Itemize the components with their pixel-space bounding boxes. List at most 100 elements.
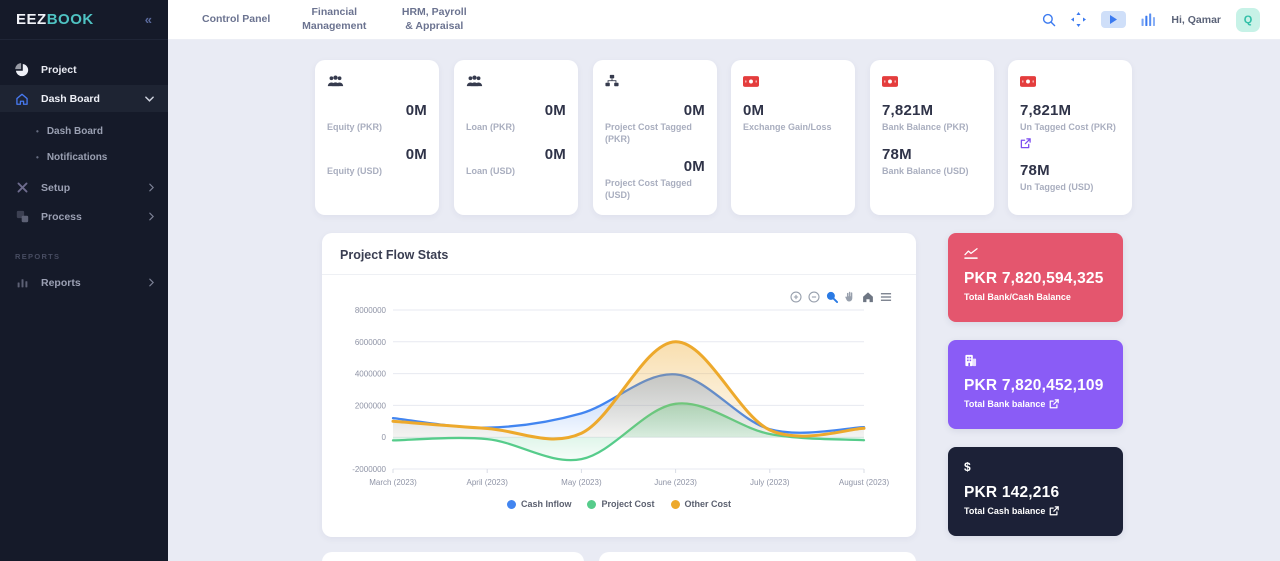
legend-label: Project Cost <box>601 499 654 509</box>
metric-label: Bank Balance (PKR) <box>882 121 982 133</box>
legend-dot-icon <box>587 500 596 509</box>
chevron-right-icon <box>149 212 154 221</box>
sidebar-item-process[interactable]: Process <box>0 203 168 230</box>
user-greeting: Hi, Qamar <box>1171 14 1221 26</box>
external-link-icon[interactable] <box>1049 506 1059 516</box>
bar-chart-icon <box>14 276 30 289</box>
legend-item[interactable]: Project Cost <box>587 499 654 509</box>
metric: 0M Equity (USD) <box>327 146 427 177</box>
sidebar-item-label: Process <box>41 211 82 223</box>
svg-text:6000000: 6000000 <box>355 338 387 347</box>
external-link-icon[interactable] <box>1049 399 1059 409</box>
svg-text:May (2023): May (2023) <box>561 478 602 487</box>
svg-text:July (2023): July (2023) <box>750 478 790 487</box>
metric-label: Equity (PKR) <box>327 121 427 133</box>
stat-card-project-cost-tagged: 0M Project Cost Tagged (PKR) 0M Project … <box>593 60 717 215</box>
sidebar-item-setup[interactable]: Setup <box>0 174 168 201</box>
sidebar-item-label: Reports <box>41 277 81 289</box>
legend-dot-icon <box>507 500 516 509</box>
svg-text:2000000: 2000000 <box>355 401 387 410</box>
legend-item[interactable]: Cash Inflow <box>507 499 572 509</box>
play-button[interactable] <box>1101 11 1126 28</box>
stat-card-bank-balance: 7,821M Bank Balance (PKR) 78M Bank Balan… <box>870 60 994 215</box>
metric-label: Project Cost Tagged (USD) <box>605 177 705 201</box>
bars-stats-icon[interactable] <box>1141 13 1156 26</box>
legend-dot-icon <box>671 500 680 509</box>
zoom-in-icon[interactable] <box>790 291 802 303</box>
home-reset-icon[interactable] <box>862 291 874 303</box>
svg-text:June (2023): June (2023) <box>654 478 697 487</box>
zoom-out-icon[interactable] <box>808 291 820 303</box>
metric-label: Loan (USD) <box>466 165 566 177</box>
app-logo: EEZBOOK <box>16 11 94 28</box>
sidebar-collapse-icon[interactable]: « <box>145 12 152 27</box>
summary-label: Total Bank/Cash Balance <box>964 292 1107 302</box>
menu-icon[interactable] <box>880 291 892 303</box>
metric-label: Exchange Gain/Loss <box>743 121 843 133</box>
dashboard-submenu: Dash Board Notifications <box>0 114 168 174</box>
sidebar-item-dashboard[interactable]: Dash Board <box>0 85 168 112</box>
metric-value: 0M <box>466 146 566 163</box>
process-grid-icon <box>14 210 30 223</box>
pan-icon[interactable] <box>844 291 856 303</box>
logo-text-primary: EEZ <box>16 11 47 28</box>
summary-card-total-cash: $ PKR 142,216 Total Cash balance <box>948 447 1123 536</box>
metric: 0M Loan (USD) <box>466 146 566 177</box>
users-icon <box>327 73 427 89</box>
metric: 78M Un Tagged (USD) <box>1020 162 1120 193</box>
nav-control-panel[interactable]: Control Panel <box>202 13 270 26</box>
tools-icon <box>14 181 30 194</box>
banknote-icon <box>1020 73 1120 89</box>
home-icon <box>14 92 30 106</box>
chart-toolbar <box>790 291 892 303</box>
banknote-icon <box>743 73 843 89</box>
summary-card-total-bank: PKR 7,820,452,109 Total Bank balance <box>948 340 1123 429</box>
avatar[interactable]: Q <box>1236 8 1260 32</box>
sidebar-item-project[interactable]: Project <box>0 56 168 83</box>
metric-value: 7,821M <box>1020 102 1120 119</box>
chevron-down-icon <box>145 96 154 102</box>
sidebar-item-reports[interactable]: Reports <box>0 269 168 296</box>
sitemap-icon <box>605 73 705 89</box>
chart-legend: Cash Inflow Project Cost Other Cost <box>322 499 916 509</box>
legend-label: Other Cost <box>685 499 732 509</box>
line-chart-icon <box>964 246 1107 260</box>
nav-financial-management[interactable]: Financial Management <box>298 6 370 32</box>
expand-arrows-icon[interactable] <box>1071 12 1086 27</box>
summary-card-total-bank-cash: PKR 7,820,594,325 Total Bank/Cash Balanc… <box>948 233 1123 322</box>
chevron-right-icon <box>149 278 154 287</box>
svg-text:4000000: 4000000 <box>355 370 387 379</box>
play-icon <box>1110 15 1117 24</box>
metric-label: Equity (USD) <box>327 165 427 177</box>
sidebar-item-label: Project <box>41 64 77 76</box>
metric-label: Bank Balance (USD) <box>882 165 982 177</box>
external-link-icon[interactable] <box>1020 136 1032 154</box>
subitem-label: Dash Board <box>47 126 103 137</box>
logo-text-accent: BOOK <box>47 11 94 28</box>
metric-value: 0M <box>466 102 566 119</box>
legend-item[interactable]: Other Cost <box>671 499 732 509</box>
sidebar-subitem-notifications[interactable]: Notifications <box>0 144 168 170</box>
metric-value: 0M <box>605 158 705 175</box>
svg-text:-2000000: -2000000 <box>352 465 386 474</box>
search-icon[interactable] <box>1042 13 1056 27</box>
sidebar-section-reports: REPORTS <box>15 252 168 261</box>
metric-value: 0M <box>605 102 705 119</box>
nav-hrm-payroll[interactable]: HRM, Payroll & Appraisal <box>398 6 470 32</box>
summary-label: Total Bank balance <box>964 399 1107 409</box>
selection-zoom-icon[interactable] <box>826 291 838 303</box>
flow-chart-plot[interactable]: 80000006000000400000020000000-2000000Mar… <box>330 285 908 497</box>
sidebar-item-label: Setup <box>41 182 70 194</box>
metric: 7,821M Un Tagged Cost (PKR) <box>1020 102 1120 154</box>
stat-card-loan: 0M Loan (PKR) 0M Loan (USD) <box>454 60 578 215</box>
sidebar-subitem-dashboard[interactable]: Dash Board <box>0 118 168 144</box>
metric-value: 0M <box>327 146 427 163</box>
metric-label: Un Tagged (USD) <box>1020 181 1120 193</box>
metric-label: Loan (PKR) <box>466 121 566 133</box>
top-nav: Control Panel Financial Management HRM, … <box>202 6 470 32</box>
partial-card <box>599 552 916 561</box>
metric: 0M Project Cost Tagged (USD) <box>605 158 705 201</box>
subitem-label: Notifications <box>47 152 108 163</box>
metric: 0M Exchange Gain/Loss <box>743 102 843 133</box>
svg-text:March (2023): March (2023) <box>369 478 417 487</box>
